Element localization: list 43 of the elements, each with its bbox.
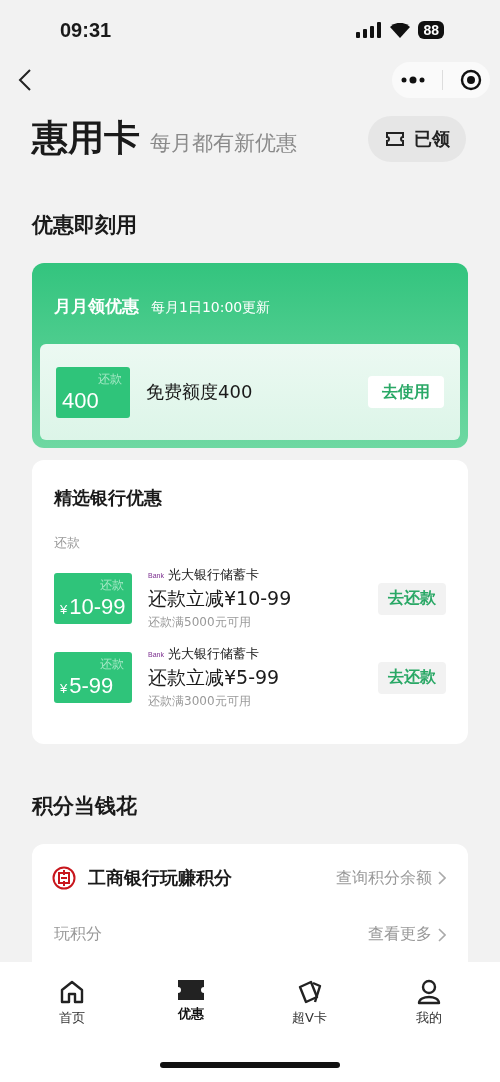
back-icon[interactable] bbox=[18, 68, 32, 92]
category-label: 还款 bbox=[54, 534, 81, 552]
coupon-description: 免费额度400 bbox=[146, 380, 254, 404]
page-subtitle: 每月都有新优惠 bbox=[150, 130, 297, 157]
battery-level: 88 bbox=[418, 21, 444, 39]
tab-item[interactable]: 超V卡 bbox=[269, 978, 350, 1028]
cards-icon bbox=[296, 979, 323, 1005]
coupon-tag: 还款 bbox=[100, 656, 124, 673]
card-title: 月月领优惠 bbox=[54, 295, 139, 318]
coupon-amount: ¥5-99 bbox=[60, 673, 114, 699]
section-title: 积分当钱花 bbox=[30, 793, 138, 820]
row-label: 玩积分 bbox=[53, 924, 102, 945]
chevron-right-icon bbox=[438, 927, 446, 942]
coupon-amount: 400 bbox=[62, 387, 99, 414]
bank-logo-icon bbox=[52, 866, 76, 890]
home-icon bbox=[58, 979, 85, 1005]
tab-item[interactable]: 我的 bbox=[388, 978, 469, 1028]
chevron-right-icon bbox=[438, 871, 446, 885]
ticket-icon bbox=[176, 979, 205, 1001]
tab-item[interactable]: 首页 bbox=[31, 978, 112, 1028]
bank-name: 光大银行储蓄卡 bbox=[167, 645, 259, 663]
card-title: 精选银行优惠 bbox=[54, 486, 163, 510]
page-title: 惠用卡 bbox=[32, 116, 140, 160]
wifi-icon bbox=[390, 22, 411, 38]
offer-title: 还款立减¥5-99 bbox=[148, 665, 281, 690]
coupon-amount: ¥10-99 bbox=[60, 594, 126, 620]
close-target-icon[interactable] bbox=[459, 69, 482, 91]
bank-name: 光大银行储蓄卡 bbox=[167, 566, 259, 584]
offer-title: 还款立减¥10-99 bbox=[148, 586, 293, 611]
points-title: 工商银行玩赚积分 bbox=[88, 866, 232, 890]
tab-item[interactable]: 优惠 bbox=[150, 978, 231, 1028]
signal-icon bbox=[356, 22, 383, 38]
section-title: 优惠即刻用 bbox=[30, 212, 138, 239]
claimed-button[interactable]: 已领 bbox=[368, 115, 466, 162]
more-icon[interactable] bbox=[400, 76, 425, 84]
person-icon bbox=[415, 979, 442, 1005]
offer-condition: 还款满3000元可用 bbox=[148, 693, 252, 710]
update-note: 每月1日10:00更新 bbox=[151, 299, 271, 317]
coupon-tag: 还款 bbox=[98, 370, 122, 388]
offer-condition: 还款满5000元可用 bbox=[148, 614, 252, 631]
ticket-icon bbox=[386, 131, 404, 146]
status-time: 09:31 bbox=[60, 18, 112, 42]
coupon-tag: 还款 bbox=[100, 577, 124, 594]
